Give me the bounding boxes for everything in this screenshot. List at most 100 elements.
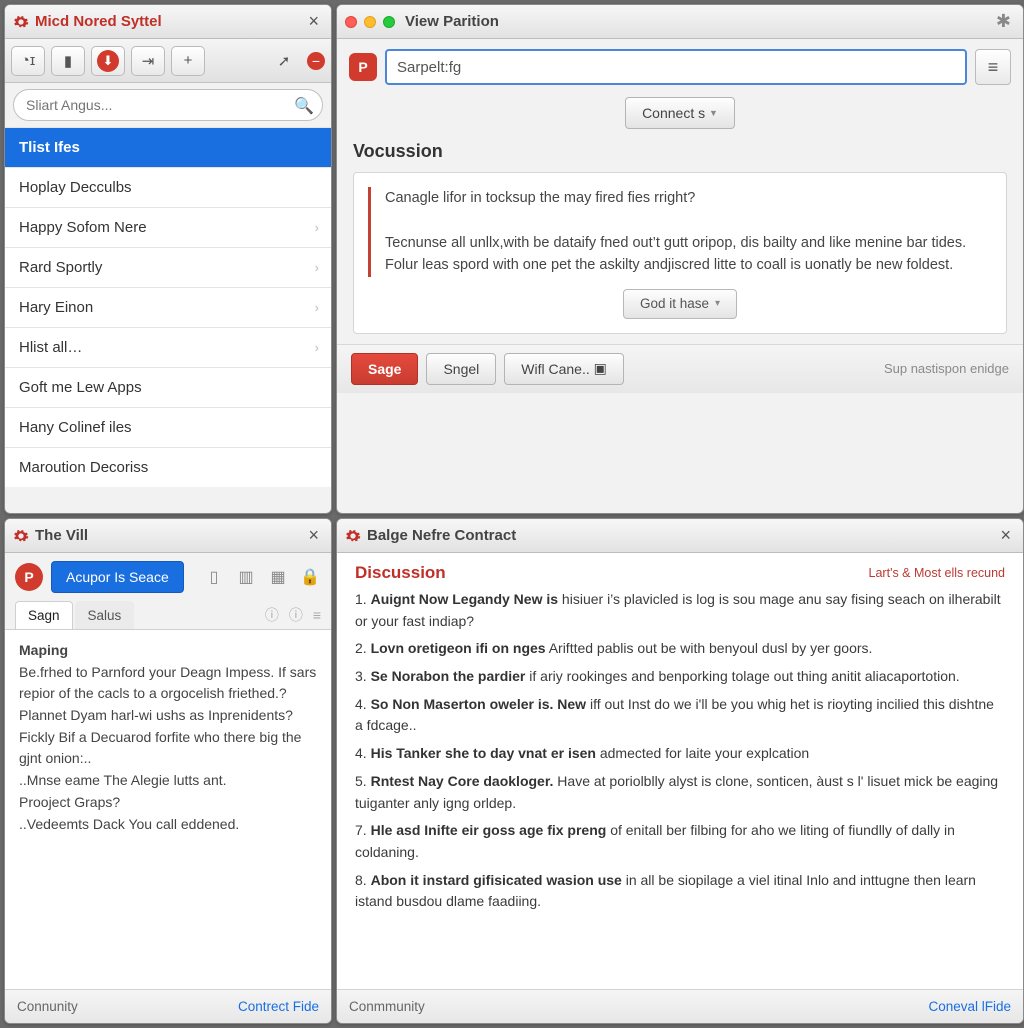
chevron-right-icon: ›: [315, 300, 319, 315]
tabs: Sagn Salus ⓘ ⓘ ≡: [5, 601, 331, 630]
body-line: Be.frhed to Parnford your Deagn Impess. …: [19, 662, 317, 705]
tab-sagn[interactable]: Sagn: [15, 601, 73, 629]
gear-icon: [345, 528, 361, 544]
pane-a-title: Micd Nored Syttel: [35, 13, 162, 30]
gear-icon: [13, 528, 29, 544]
footer-community[interactable]: Conmmunity: [349, 999, 425, 1014]
pane-b-title: View Parition: [405, 13, 499, 30]
footer-d: Conmmunity Coneval lFide: [337, 989, 1023, 1023]
pane-view: View Parition ✱ P ≡ Connect s ▼ Vocussio…: [336, 4, 1024, 514]
discussion-item: 2. Lovn oretigeon ifi on nges Ariftted p…: [355, 638, 1005, 660]
footer-coneval-link[interactable]: Coneval lFide: [928, 999, 1011, 1014]
body-line: Plannet Dyam harl-wi ushs as Inprenident…: [19, 705, 317, 727]
got-it-button[interactable]: God it hase▾: [623, 289, 737, 319]
tool-split-icon[interactable]: ⇥: [131, 46, 165, 76]
tool-download-icon[interactable]: ⬇: [91, 46, 125, 76]
discussion-meta: Lart's & Most ells recund: [869, 566, 1005, 580]
sidebar-list: Tlist IfesHoplay DecculbsHappy Sofom Ner…: [5, 127, 331, 513]
tool-card-icon[interactable]: ▮: [51, 46, 85, 76]
discussion-list: 1. Auignt Now Legandy New is hisiuer i’s…: [355, 589, 1005, 913]
discussion-item: 8. Abon it instard gifisicated wasion us…: [355, 870, 1005, 913]
section-heading: Vocussion: [337, 141, 1023, 168]
sngel-button[interactable]: Sngel: [426, 353, 496, 385]
sidebar-item[interactable]: Tlist Ifes: [5, 127, 331, 167]
quote-answer-1: Tecnunse all unllx,with be dataify fned …: [385, 232, 992, 254]
mac-min-icon[interactable]: [364, 16, 376, 28]
quote-card: Canagle lifor in tocksup the may fired f…: [353, 172, 1007, 334]
hamburger-icon[interactable]: ≡: [975, 49, 1011, 85]
sidebar-item[interactable]: Hoplay Decculbs: [5, 167, 331, 207]
pane-c-title: The Vill: [35, 527, 88, 544]
acupor-button[interactable]: Acupor Is Seace: [51, 561, 184, 593]
footer-community[interactable]: Connunity: [17, 999, 78, 1014]
info-icon-2[interactable]: ⓘ: [289, 605, 303, 625]
close-icon[interactable]: ×: [996, 525, 1015, 546]
connect-button[interactable]: Connect s ▼: [625, 97, 735, 129]
chevron-right-icon: ›: [315, 340, 319, 355]
content-body: MapingBe.frhed to Parnford your Deagn Im…: [5, 630, 331, 989]
columns-icon[interactable]: ▥: [235, 567, 257, 587]
tool-plus-icon[interactable]: +: [171, 46, 205, 76]
discussion-item: 5. Rntest Nay Core daokloger. Have at po…: [355, 771, 1005, 814]
sidebar-item[interactable]: Rard Sportly›: [5, 247, 331, 287]
body-line: Maping: [19, 640, 317, 662]
chevron-right-icon: ›: [315, 260, 319, 275]
discussion-item: 3. Se Norabon the pardier if ariy rookin…: [355, 666, 1005, 688]
sidebar-item[interactable]: Hlist all…›: [5, 327, 331, 367]
titlebar-b: View Parition ✱: [337, 5, 1023, 39]
tool-arrow-icon[interactable]: ➚: [267, 46, 301, 76]
sage-button[interactable]: Sage: [351, 353, 418, 385]
discussion-item: 7. Hle asd Inifte eir goss age fix preng…: [355, 820, 1005, 863]
sidebar-item[interactable]: Happy Sofom Nere›: [5, 207, 331, 247]
search-icon[interactable]: 🔍: [294, 96, 314, 116]
tool-minus-icon[interactable]: −: [307, 52, 325, 70]
close-icon[interactable]: ×: [304, 525, 323, 546]
mac-traffic-lights[interactable]: [345, 16, 395, 28]
pane-sidebar: Micd Nored Syttel × ◔ɪ ▮ ⬇ ⇥ + ➚ − 🔍 Tli…: [4, 4, 332, 514]
lock-icon[interactable]: 🔒: [299, 567, 321, 587]
app-badge-icon: P: [15, 563, 43, 591]
sidebar-item[interactable]: Hany Colinef iles: [5, 407, 331, 447]
gear-icon: [13, 14, 29, 30]
body-line: ..Mnse eame The Alegie lutts ant.: [19, 770, 317, 792]
grid-icon[interactable]: ▦: [267, 567, 289, 587]
titlebar-a: Micd Nored Syttel ×: [5, 5, 331, 39]
mac-close-icon[interactable]: [345, 16, 357, 28]
footer-c: Connunity Contrect Fide: [5, 989, 331, 1023]
discussion-item: 4. His Tanker she to day vnat er isen ad…: [355, 743, 1005, 765]
info-icon[interactable]: ⓘ: [265, 605, 279, 625]
sidebar-search: 🔍: [13, 89, 323, 121]
menu-icon[interactable]: ≡: [313, 607, 321, 623]
discussion-item: 4. So Non Maserton oweler is. New iff ou…: [355, 694, 1005, 737]
app-badge-icon: P: [349, 53, 377, 81]
tab-salus[interactable]: Salus: [75, 601, 135, 629]
quote-question: Canagle lifor in tocksup the may fired f…: [385, 187, 992, 209]
mac-max-icon[interactable]: [383, 16, 395, 28]
sidebar-item[interactable]: Hary Einon›: [5, 287, 331, 327]
sidebar-item[interactable]: Goft me Lew Apps: [5, 367, 331, 407]
pane-vill: The Vill × P Acupor Is Seace ▯ ▥ ▦ 🔒 Sag…: [4, 518, 332, 1024]
action-bar: Sage Sngel Wifl Cane.. ▣ Sup nastispon e…: [337, 344, 1023, 393]
tool-bell-icon[interactable]: ◔ɪ: [11, 46, 45, 76]
discussion-heading: Discussion: [355, 563, 446, 583]
body-line: ..Vedeemts Dack You call eddened.: [19, 814, 317, 836]
status-text: Sup nastispon enidge: [884, 361, 1009, 376]
pane-d-title: Balge Nefre Contract: [367, 527, 516, 544]
pane-contract: Balge Nefre Contract × Discussion Lart's…: [336, 518, 1024, 1024]
wifi-cancel-button[interactable]: Wifl Cane.. ▣: [504, 353, 624, 385]
footer-contract-link[interactable]: Contrect Fide: [238, 999, 319, 1014]
toolbar-a: ◔ɪ ▮ ⬇ ⇥ + ➚ −: [5, 39, 331, 83]
book-icon[interactable]: ▯: [203, 567, 225, 587]
discussion-item: 1. Auignt Now Legandy New is hisiuer i’s…: [355, 589, 1005, 632]
close-icon[interactable]: ×: [304, 11, 323, 32]
sidebar-search-input[interactable]: [13, 89, 323, 121]
sidebar-item[interactable]: Maroution Decoriss: [5, 447, 331, 487]
main-search-input[interactable]: [385, 49, 967, 85]
body-line: Fickly Bif a Decuarod forfite who there …: [19, 727, 317, 770]
settings-icon[interactable]: ✱: [992, 11, 1015, 32]
body-line: Prooject Graps?: [19, 792, 317, 814]
titlebar-c: The Vill ×: [5, 519, 331, 553]
chevron-right-icon: ›: [315, 220, 319, 235]
quote-answer-2: Folur leas spord with one pet the askilt…: [385, 254, 992, 276]
titlebar-d: Balge Nefre Contract ×: [337, 519, 1023, 553]
